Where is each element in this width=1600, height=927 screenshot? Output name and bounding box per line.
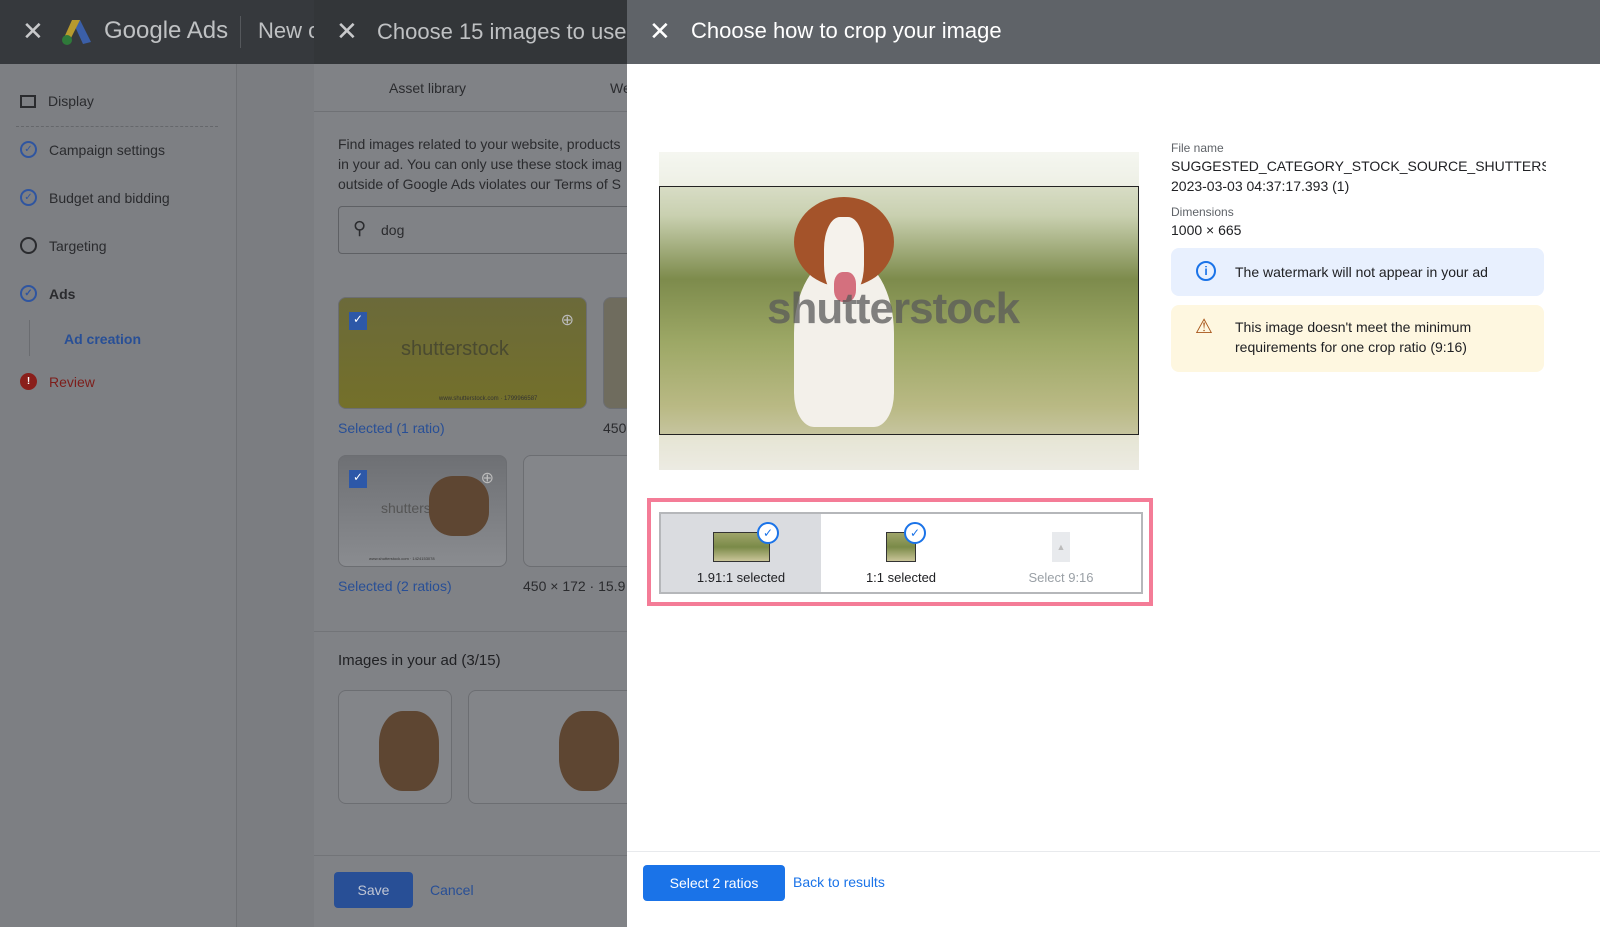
crop-preview-image[interactable]: shutterstock <box>659 152 1139 470</box>
search-input[interactable]: ⚲ dog <box>338 206 638 254</box>
result-status[interactable]: Selected (1 ratio) <box>338 420 445 436</box>
sidebar-item-campaign-settings[interactable]: ✓ Campaign settings <box>20 141 165 158</box>
campaign-title: New c <box>258 18 320 43</box>
crop-dialog-header: ✕ Choose how to crop your image <box>627 0 1600 64</box>
sidebar-item-ads[interactable]: ✓ Ads <box>20 285 75 302</box>
tab-asset-library[interactable]: Asset library <box>389 80 466 96</box>
info-banner: i The watermark will not appear in your … <box>1171 248 1544 296</box>
ratio-selector-highlight: ✓ 1.91:1 selected ✓ 1:1 selected ▲ Selec… <box>647 498 1153 606</box>
search-icon: ⚲ <box>353 218 367 238</box>
ad-image[interactable] <box>468 690 638 804</box>
google-ads-logo-icon <box>62 20 91 45</box>
zoom-icon[interactable]: ⊕ <box>481 468 494 488</box>
brand-name: Google Ads <box>104 17 229 44</box>
save-button[interactable]: Save <box>334 872 413 908</box>
images-in-ad-section: Images in your ad (3/15) <box>314 631 638 851</box>
close-icon[interactable]: ✕ <box>22 16 44 47</box>
file-name: SUGGESTED_CATEGORY_STOCK_SOURCE_SHUTTERS… <box>1171 158 1546 174</box>
chooser-title: Choose 15 images to use <box>377 19 627 44</box>
result-thumbnail[interactable] <box>523 455 643 567</box>
ratio-selector: ✓ 1.91:1 selected ✓ 1:1 selected ▲ Selec… <box>659 512 1143 594</box>
info-icon: i <box>1196 261 1216 281</box>
check-circle-icon: ✓ <box>757 522 779 544</box>
checkbox-checked[interactable]: ✓ <box>349 470 367 488</box>
check-circle-icon: ✓ <box>20 189 37 206</box>
image-chooser: Asset library We Find images related to … <box>314 64 643 927</box>
error-icon: ! <box>20 373 37 390</box>
back-to-results-button[interactable]: Back to results <box>793 874 885 890</box>
ratio-option-9-16[interactable]: ▲ Select 9:16 <box>981 514 1141 592</box>
sidebar-item-ad-creation[interactable]: Ad creation <box>64 331 141 347</box>
sidebar-item-display[interactable]: Display <box>20 93 94 109</box>
dimensions-value: 1000 × 665 <box>1171 222 1242 238</box>
select-ratios-button[interactable]: Select 2 ratios <box>643 865 785 901</box>
ratio-option-1-1[interactable]: ✓ 1:1 selected <box>821 514 981 592</box>
warning-icon: ⚠ <box>1195 316 1213 338</box>
sidebar: Display ✓ Campaign settings ✓ Budget and b… <box>0 64 237 927</box>
chooser-footer: Save Cancel <box>314 855 627 927</box>
result-thumbnail[interactable]: ✓ shutterstock www.shutterstock.com · 14… <box>338 455 507 567</box>
result-thumbnail[interactable]: ✓ shutterstock www.shutterstock.com · 17… <box>338 297 587 409</box>
check-circle-icon: ✓ <box>20 141 37 158</box>
image-placeholder-icon: ▲ <box>1052 532 1070 562</box>
close-crop-icon[interactable]: ✕ <box>649 16 671 47</box>
result-status[interactable]: Selected (2 ratios) <box>338 578 452 594</box>
sidebar-item-targeting[interactable]: Targeting <box>20 237 107 254</box>
ad-image[interactable] <box>338 690 452 804</box>
crop-dialog-footer: Select 2 ratios Back to results <box>627 851 1600 927</box>
crop-dialog: ✕ Choose how to crop your image shutters… <box>627 0 1600 927</box>
images-in-ad-title: Images in your ad (3/15) <box>338 652 501 669</box>
display-icon <box>20 94 36 108</box>
cancel-button[interactable]: Cancel <box>430 882 474 898</box>
check-circle-icon: ✓ <box>20 285 37 302</box>
chooser-header: ✕ Choose 15 images to use <box>314 0 627 64</box>
chooser-description: Find images related to your website, pro… <box>338 136 623 192</box>
warning-banner: ⚠ This image doesn't meet the minimum re… <box>1171 305 1544 372</box>
ratio-option-1-91-1[interactable]: ✓ 1.91:1 selected <box>661 514 821 592</box>
empty-circle-icon <box>20 237 37 254</box>
crop-dialog-title: Choose how to crop your image <box>691 18 1002 43</box>
close-chooser-icon[interactable]: ✕ <box>336 16 358 47</box>
zoom-icon[interactable]: ⊕ <box>561 310 574 330</box>
sidebar-item-budget[interactable]: ✓ Budget and bidding <box>20 189 170 206</box>
checkbox-checked[interactable]: ✓ <box>349 312 367 330</box>
crop-frame[interactable] <box>659 186 1139 435</box>
check-circle-icon: ✓ <box>904 522 926 544</box>
sidebar-item-review[interactable]: ! Review <box>20 373 95 390</box>
